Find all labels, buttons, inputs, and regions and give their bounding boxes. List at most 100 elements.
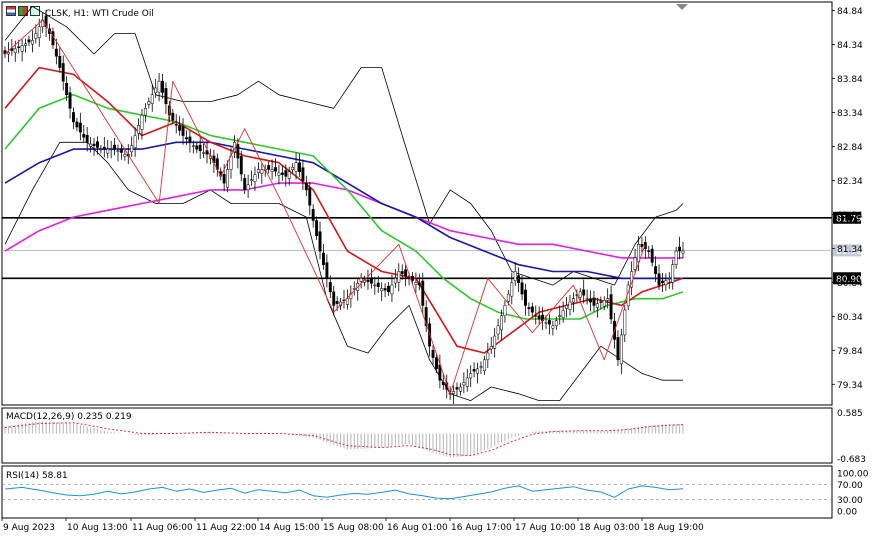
macd-label: MACD(12,26,9) 0.235 0.219 bbox=[6, 412, 132, 422]
candle-body-104 bbox=[359, 278, 363, 282]
candle-body-40 bbox=[140, 114, 144, 130]
macd-series: 0.585 -0.683 bbox=[4, 409, 866, 465]
price-tick-label-4: 82.84 bbox=[837, 143, 863, 153]
time-tick-label-7: 16 Aug 17:00 bbox=[451, 523, 512, 533]
candle-body-74 bbox=[256, 169, 260, 173]
trading-chart[interactable]: CLSK, H1: WTI Crude Oil MACD(12,26,9) 0.… bbox=[0, 0, 874, 538]
candle-body-88 bbox=[304, 182, 308, 191]
candle-body-55 bbox=[191, 145, 195, 147]
candle-body-192 bbox=[661, 280, 664, 284]
candle-body-191 bbox=[657, 273, 661, 286]
candle-body-171 bbox=[589, 298, 592, 303]
candle-body-106 bbox=[366, 279, 370, 282]
candle-body-49 bbox=[171, 112, 175, 121]
price-tick-label-6: 81.84 bbox=[837, 211, 863, 221]
candle-body-71 bbox=[246, 184, 250, 191]
candle-body-95 bbox=[328, 282, 332, 293]
candle-body-184 bbox=[633, 257, 637, 270]
candle-body-45 bbox=[157, 80, 161, 93]
rsi-series: 100.0070.00 30.00 0.00 bbox=[2, 470, 869, 518]
candle-body-134 bbox=[462, 382, 466, 386]
candle-body-144 bbox=[496, 325, 500, 335]
candle-body-147 bbox=[506, 293, 510, 302]
time-tick-label-5: 15 Aug 08:00 bbox=[323, 523, 384, 533]
candle-body-150 bbox=[517, 275, 521, 284]
candle-body-145 bbox=[500, 315, 503, 331]
candle-body-136 bbox=[469, 373, 473, 379]
candle-body-155 bbox=[534, 315, 538, 317]
candle-body-3 bbox=[13, 48, 17, 53]
price-tick-label-9: 80.34 bbox=[837, 313, 863, 323]
candle-body-111 bbox=[383, 288, 387, 291]
candle-body-70 bbox=[243, 177, 247, 191]
candle-body-119 bbox=[411, 275, 414, 281]
candle-body-197 bbox=[678, 246, 682, 252]
price-tick-label-8: 80.84 bbox=[837, 279, 863, 289]
candle-body-27 bbox=[96, 141, 99, 148]
candle-body-78 bbox=[270, 169, 274, 172]
bollinger-bands bbox=[4, 6, 684, 402]
candle-body-196 bbox=[674, 250, 678, 265]
candle-body-141 bbox=[486, 352, 490, 361]
candle-body-107 bbox=[369, 277, 373, 284]
candle-body-172 bbox=[592, 297, 596, 306]
candle-body-37 bbox=[130, 145, 134, 153]
candle-body-93 bbox=[322, 252, 325, 265]
candle-body-115 bbox=[397, 271, 401, 283]
candle-body-75 bbox=[260, 169, 264, 174]
candle-body-42 bbox=[147, 101, 151, 105]
candle-body-84 bbox=[291, 167, 295, 170]
candle-body-174 bbox=[599, 301, 603, 303]
candle-body-35 bbox=[123, 153, 127, 157]
candle-body-159 bbox=[548, 320, 551, 325]
candle-body-58 bbox=[202, 152, 206, 154]
time-tick-label-10: 18 Aug 19:00 bbox=[643, 523, 704, 533]
candle-body-18 bbox=[65, 82, 69, 96]
candle-body-128 bbox=[441, 382, 445, 385]
candle-body-132 bbox=[455, 387, 459, 390]
candle-body-57 bbox=[198, 144, 202, 152]
candle-body-126 bbox=[435, 357, 438, 370]
candle-body-96 bbox=[332, 291, 336, 306]
candle-body-17 bbox=[61, 63, 65, 82]
candle-body-121 bbox=[417, 282, 421, 286]
rsi-panel-frame bbox=[1, 465, 833, 519]
time-tick-label-9: 18 Aug 03:00 bbox=[579, 523, 640, 533]
candle-body-79 bbox=[274, 167, 277, 172]
candle-body-179 bbox=[616, 337, 620, 361]
rsi-tick-label-1: 70.00 bbox=[837, 481, 863, 491]
candle-body-177 bbox=[609, 294, 613, 320]
candle-body-190 bbox=[654, 266, 658, 274]
ma-mid-line bbox=[4, 94, 684, 320]
time-tick-label-2: 11 Aug 06:00 bbox=[132, 523, 193, 533]
candle-body-158 bbox=[544, 322, 548, 324]
candle-body-120 bbox=[414, 282, 418, 285]
price-tick-label-1: 84.34 bbox=[837, 41, 863, 51]
candle-body-50 bbox=[174, 124, 178, 126]
scroll-marker-icon[interactable] bbox=[676, 4, 688, 10]
bollinger-upper-line bbox=[4, 6, 684, 286]
macd-tick-label-0: 0.585 bbox=[837, 409, 863, 419]
candle-body-122 bbox=[421, 280, 425, 306]
candle-body-85 bbox=[294, 162, 298, 172]
candle-body-195 bbox=[671, 264, 675, 283]
candle-body-139 bbox=[479, 366, 483, 368]
time-tick-label-0: 9 Aug 2023 bbox=[3, 523, 55, 533]
candle-body-180 bbox=[619, 334, 623, 365]
candle-body-137 bbox=[472, 369, 476, 372]
candle-body-5 bbox=[20, 45, 24, 52]
candle-body-28 bbox=[99, 148, 103, 151]
candle-body-10 bbox=[37, 26, 41, 38]
candle-body-25 bbox=[89, 143, 93, 147]
chart-title: CLSK, H1: WTI Crude Oil bbox=[45, 9, 154, 19]
time-tick-label-6: 16 Aug 01:00 bbox=[387, 523, 448, 533]
rsi-line bbox=[4, 485, 684, 500]
macd-tick-label-1: -0.683 bbox=[837, 455, 866, 465]
candle-body-176 bbox=[606, 298, 610, 301]
candle-body-140 bbox=[482, 359, 486, 371]
candle-body-156 bbox=[537, 315, 541, 320]
candle-body-109 bbox=[376, 282, 380, 288]
candle-body-194 bbox=[667, 278, 671, 280]
candle-body-73 bbox=[253, 174, 257, 183]
candle-body-4 bbox=[17, 46, 21, 48]
